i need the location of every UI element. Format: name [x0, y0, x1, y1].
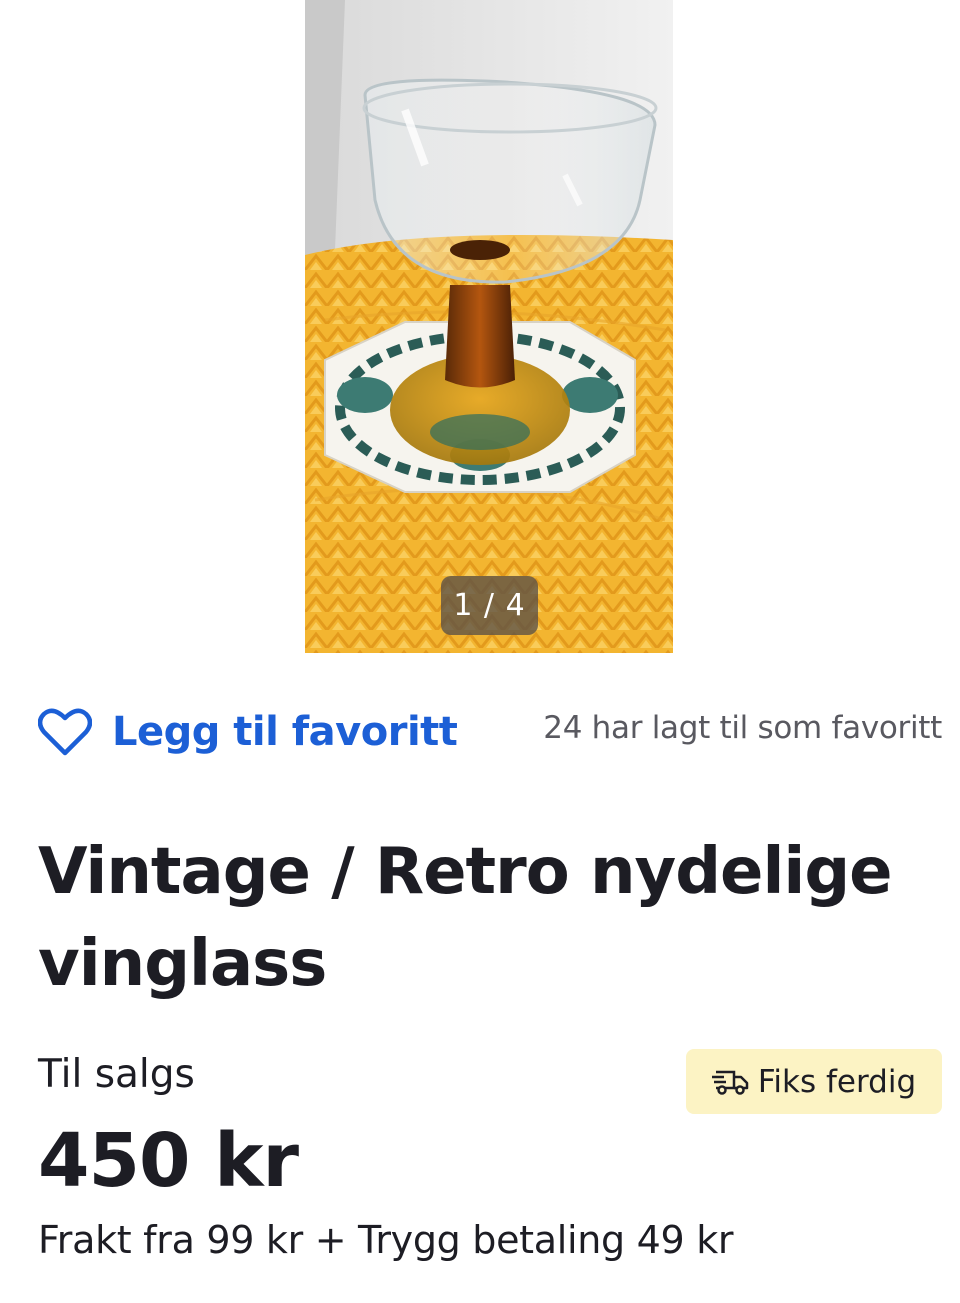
shipping-badge-label: Fiks ferdig	[757, 1063, 917, 1100]
listing-status: Til salgs	[38, 1052, 195, 1097]
add-favorite-button[interactable]: Legg til favoritt	[38, 700, 458, 764]
price: 450 kr	[38, 1118, 299, 1204]
product-image[interactable]: 1 / 4	[305, 0, 673, 653]
truck-icon	[711, 1070, 749, 1095]
favorite-row: Legg til favoritt 24 har lagt til som fa…	[38, 700, 942, 764]
product-photo	[305, 0, 673, 653]
heart-icon	[38, 708, 92, 756]
favorite-count: 24 har lagt til som favoritt	[543, 710, 942, 746]
shipping-badge[interactable]: Fiks ferdig	[686, 1049, 942, 1114]
add-favorite-label: Legg til favoritt	[112, 709, 458, 755]
image-counter: 1 / 4	[441, 576, 538, 635]
shipping-info: Frakt fra 99 kr + Trygg betaling 49 kr	[38, 1218, 734, 1262]
listing-title: Vintage / Retro nydelige vinglass	[38, 835, 893, 1001]
